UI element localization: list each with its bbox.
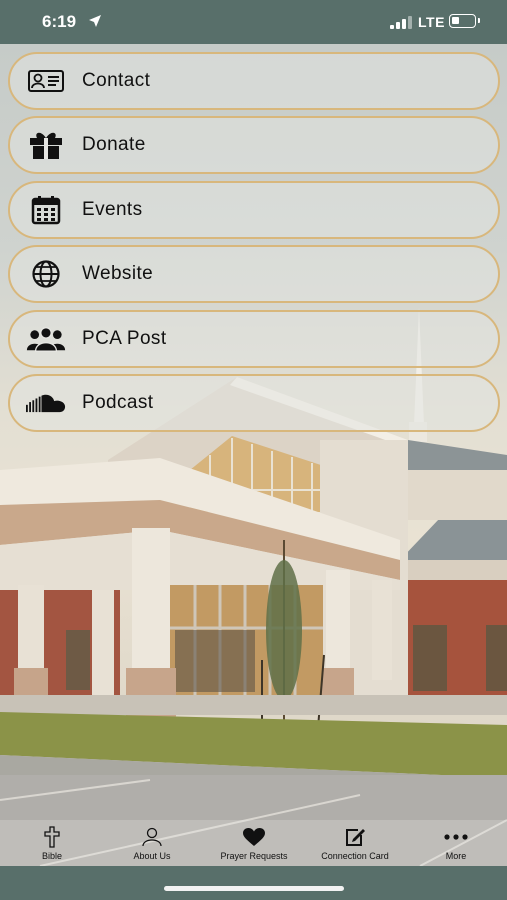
tab-connection-card[interactable]: Connection Card [300, 826, 410, 861]
tab-connection-card-label: Connection Card [321, 851, 389, 861]
tab-prayer-requests[interactable]: Prayer Requests [199, 826, 309, 861]
events-label: Events [82, 198, 143, 220]
donate-label: Donate [82, 134, 146, 156]
globe-icon [26, 259, 66, 289]
tab-more[interactable]: More [401, 826, 507, 861]
tab-bible-label: Bible [41, 851, 62, 861]
more-dots-icon [444, 834, 468, 840]
location-arrow-icon [89, 15, 101, 27]
events-button[interactable]: Events [8, 180, 500, 239]
quick-links-menu: Contact Donate Events Website PCA Post P… [8, 52, 500, 438]
cellular-signal-icon [390, 15, 412, 29]
soundcloud-icon [26, 388, 66, 418]
tab-bible[interactable]: Bible [0, 826, 107, 861]
donate-button[interactable]: Donate [8, 116, 500, 175]
bottom-tab-bar: Bible About Us Prayer Requests Connectio… [0, 820, 507, 866]
network-type: LTE [418, 14, 445, 30]
people-group-icon [26, 324, 66, 354]
contact-card-icon [26, 66, 66, 96]
podcast-label: Podcast [82, 391, 154, 413]
website-button[interactable]: Website [8, 245, 500, 304]
edit-icon [346, 829, 365, 846]
website-label: Website [82, 263, 154, 285]
home-indicator[interactable] [164, 886, 344, 891]
pca-post-label: PCA Post [82, 327, 167, 349]
podcast-button[interactable]: Podcast [8, 373, 500, 432]
cross-icon [44, 826, 60, 848]
battery-icon [449, 14, 480, 28]
status-time: 6:19 [42, 12, 77, 31]
tab-more-label: More [445, 851, 467, 861]
heart-icon [243, 828, 265, 846]
calendar-icon [26, 195, 66, 225]
gift-icon [26, 130, 66, 160]
status-bar: 6:19 LTE [0, 0, 507, 44]
home-indicator-bar [0, 866, 507, 900]
contact-label: Contact [82, 70, 151, 91]
tab-prayer-requests-label: Prayer Requests [220, 851, 288, 861]
tab-about-us[interactable]: About Us [97, 826, 207, 861]
contact-button[interactable]: Contact [8, 52, 500, 110]
pca-post-button[interactable]: PCA Post [8, 309, 500, 368]
tab-about-us-label: About Us [133, 851, 171, 861]
person-icon [142, 827, 162, 847]
